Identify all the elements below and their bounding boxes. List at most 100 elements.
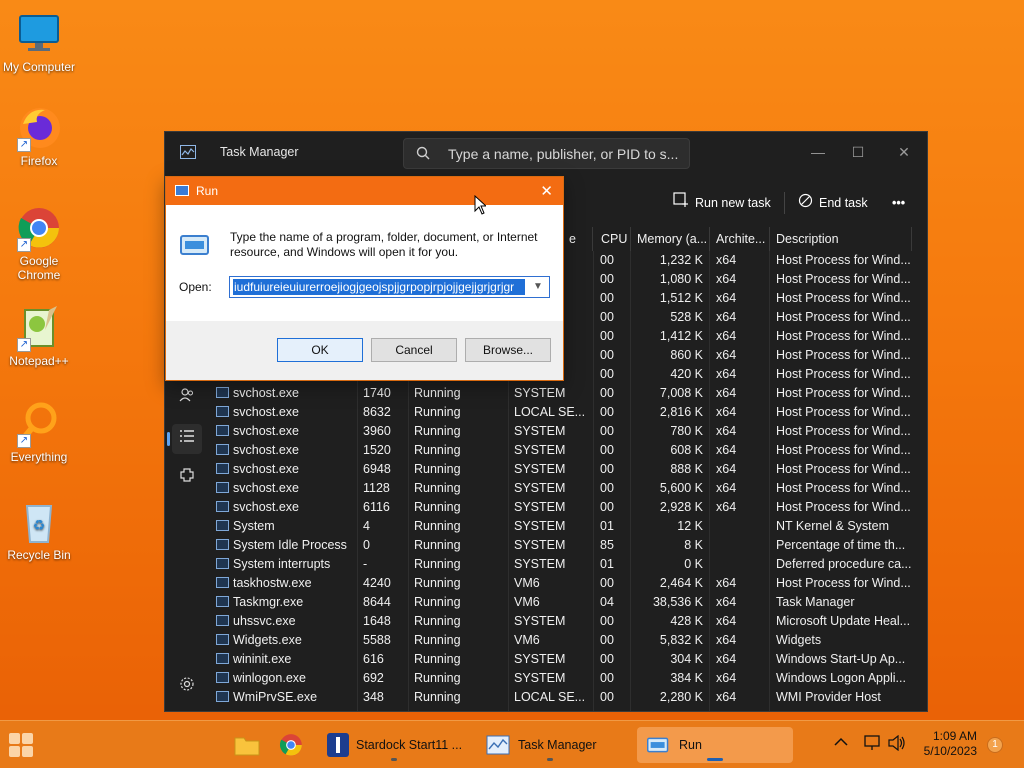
- table-row[interactable]: svchost.exe 1520 Running SYSTEM 00 608 K x64 Ho…: [212, 441, 912, 460]
- network-icon[interactable]: [864, 735, 882, 754]
- column-header-description[interactable]: Description: [770, 227, 912, 251]
- table-row[interactable]: WmiPrvSE.exe 348 Running LOCAL SE... 00 2,280…: [212, 688, 912, 707]
- column-header-partial[interactable]: e: [563, 227, 593, 251]
- cell-arch: x64: [716, 365, 766, 384]
- table-row[interactable]: svchost.exe 3960 Running SYSTEM 00 780 K x64 Ho…: [212, 422, 912, 441]
- details-icon[interactable]: [167, 424, 202, 454]
- cell-name: svchost.exe: [216, 479, 356, 498]
- column-header-cpu[interactable]: CPU: [595, 227, 631, 251]
- desktop-icon-label: Firefox: [20, 154, 58, 168]
- table-row[interactable]: svchost.exe 6948 Running SYSTEM 00 888 K x64 Ho…: [212, 460, 912, 479]
- open-input[interactable]: [233, 279, 525, 295]
- cell-text: Running: [414, 424, 461, 438]
- clock-date: 5/10/2023: [923, 744, 977, 758]
- cell-text: 00: [600, 386, 614, 400]
- run-dialog: Run ✕ Type the name of a program, folder…: [165, 176, 564, 381]
- table-row[interactable]: svchost.exe 6116 Running SYSTEM 00 2,928 K x64…: [212, 498, 912, 517]
- cell-text: 85: [600, 538, 614, 552]
- table-row[interactable]: System 4 Running SYSTEM 01 12 K NT Kernel & Sy…: [212, 517, 912, 536]
- table-row[interactable]: Taskmgr.exe 8644 Running VM6 04 38,536 K x64 Ta…: [212, 593, 912, 612]
- table-row[interactable]: winlogon.exe 692 Running SYSTEM 00 384 K x64 Wi…: [212, 669, 912, 688]
- desktop-icon-recycle-bin[interactable]: ♻ Recycle Bin: [0, 498, 78, 562]
- users-icon[interactable]: [172, 384, 202, 414]
- cell-mem: 1,232 K: [632, 251, 703, 270]
- end-task-button[interactable]: End task: [798, 192, 868, 214]
- taskbar-file-explorer[interactable]: [234, 727, 264, 763]
- cell-cpu: 01: [600, 517, 628, 536]
- desktop-icon-google-chrome[interactable]: ↗ Google Chrome: [0, 204, 78, 282]
- table-row[interactable]: System Idle Process 0 Running SYSTEM 85 8 K Pe…: [212, 536, 912, 555]
- cell-text: 00: [600, 253, 614, 267]
- cell-status: Running: [414, 384, 506, 403]
- cell-status: Running: [414, 422, 506, 441]
- table-row[interactable]: System interrupts - Running SYSTEM 01 0 K Defe…: [212, 555, 912, 574]
- desktop-icon-my-computer[interactable]: My Computer: [0, 10, 78, 74]
- cell-name: WmiPrvSE.exe: [216, 688, 356, 707]
- end-task-icon: [798, 193, 813, 215]
- maximize-button[interactable]: ☐: [835, 138, 881, 166]
- open-combobox[interactable]: ▼: [229, 276, 550, 298]
- table-row[interactable]: svchost.exe 1740 Running SYSTEM 00 7,008 K x64…: [212, 384, 912, 403]
- cell-text: Running: [414, 633, 461, 647]
- start-button[interactable]: [6, 727, 40, 763]
- ok-button[interactable]: OK: [277, 338, 363, 362]
- more-options-button[interactable]: •••: [892, 192, 905, 214]
- chevron-up-icon[interactable]: [834, 736, 848, 750]
- cell-text: Host Process for Wind...: [776, 576, 911, 590]
- volume-icon[interactable]: [888, 734, 906, 754]
- close-button[interactable]: ✕: [881, 138, 927, 166]
- browse-button[interactable]: Browse...: [465, 338, 551, 362]
- search-box[interactable]: [403, 138, 690, 169]
- table-row[interactable]: taskhostw.exe 4240 Running VM6 00 2,464 K x64 H…: [212, 574, 912, 593]
- cell-pid: 8632: [363, 403, 407, 422]
- cell-desc: Task Manager: [776, 593, 912, 612]
- process-icon: [216, 691, 229, 702]
- chrome-icon: ↗: [15, 204, 63, 252]
- chevron-down-icon[interactable]: ▼: [529, 278, 547, 296]
- cell-cpu: 00: [600, 346, 628, 365]
- taskbar-chrome[interactable]: [278, 727, 308, 763]
- cell-text: 780 K: [670, 424, 703, 438]
- cell-mem: 2,816 K: [632, 403, 703, 422]
- cancel-button[interactable]: Cancel: [371, 338, 457, 362]
- table-row[interactable]: svchost.exe 8632 Running LOCAL SE... 00 2,816…: [212, 403, 912, 422]
- cell-cpu: 00: [600, 403, 628, 422]
- settings-icon[interactable]: [172, 673, 202, 703]
- column-header-architecture[interactable]: Archite...: [710, 227, 770, 251]
- table-row[interactable]: uhssvc.exe 1648 Running SYSTEM 00 428 K x64 Mic…: [212, 612, 912, 631]
- taskbar-run[interactable]: Run: [637, 727, 793, 763]
- table-row[interactable]: Widgets.exe 5588 Running VM6 00 5,832 K x64 Wid…: [212, 631, 912, 650]
- cell-text: SYSTEM: [514, 519, 566, 533]
- notification-badge[interactable]: 1: [987, 737, 1003, 753]
- cell-text: 00: [600, 614, 614, 628]
- cell-status: Running: [414, 536, 506, 555]
- desktop-icon-label: Everything: [10, 450, 68, 464]
- cell-text: WmiPrvSE.exe: [233, 690, 318, 704]
- cell-user: SYSTEM: [514, 441, 592, 460]
- column-header-memory[interactable]: Memory (a...: [631, 227, 710, 251]
- cell-text: 00: [600, 481, 614, 495]
- services-icon[interactable]: [172, 464, 202, 494]
- cell-text: Deferred procedure ca...: [776, 557, 912, 571]
- desktop-icon-label: Recycle Bin: [7, 548, 71, 562]
- taskbar-task-manager[interactable]: Task Manager: [480, 727, 620, 763]
- clock[interactable]: 1:09 AM 5/10/2023: [924, 729, 977, 759]
- start-icon: [9, 733, 33, 757]
- run-new-task-button[interactable]: Run new task: [673, 192, 771, 214]
- taskbar-stardock-start11[interactable]: Stardock Start11 ...: [322, 727, 466, 763]
- cell-text: Running: [414, 576, 461, 590]
- desktop-icon-notepad-plus-plus[interactable]: ↗ Notepad++: [0, 304, 78, 368]
- cell-arch: x64: [716, 327, 766, 346]
- taskbar: Stardock Start11 ... Task Manager Run 1:…: [0, 720, 1024, 768]
- run-icon: [647, 737, 669, 753]
- desktop-icon-firefox[interactable]: ↗ Firefox: [0, 104, 78, 168]
- desktop-icon-everything[interactable]: ↗ Everything: [0, 400, 78, 464]
- search-input[interactable]: [448, 143, 684, 165]
- close-icon[interactable]: ✕: [540, 182, 553, 200]
- cell-status: Running: [414, 631, 506, 650]
- table-row[interactable]: wininit.exe 616 Running SYSTEM 00 304 K x64 Win…: [212, 650, 912, 669]
- cell-mem: 608 K: [632, 441, 703, 460]
- process-icon: [216, 444, 229, 455]
- process-icon: [216, 539, 229, 550]
- table-row[interactable]: svchost.exe 1128 Running SYSTEM 00 5,600 K x64…: [212, 479, 912, 498]
